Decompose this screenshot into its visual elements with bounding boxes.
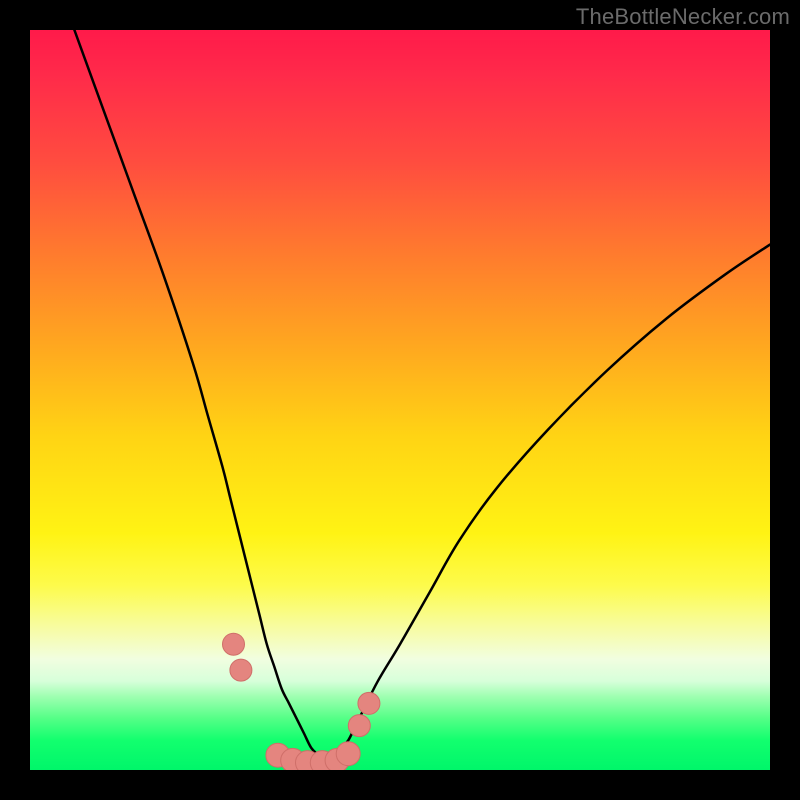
outer-frame: TheBottleNecker.com — [0, 0, 800, 800]
watermark-text: TheBottleNecker.com — [576, 4, 790, 30]
heat-gradient-background — [30, 30, 770, 770]
plot-area — [30, 30, 770, 770]
